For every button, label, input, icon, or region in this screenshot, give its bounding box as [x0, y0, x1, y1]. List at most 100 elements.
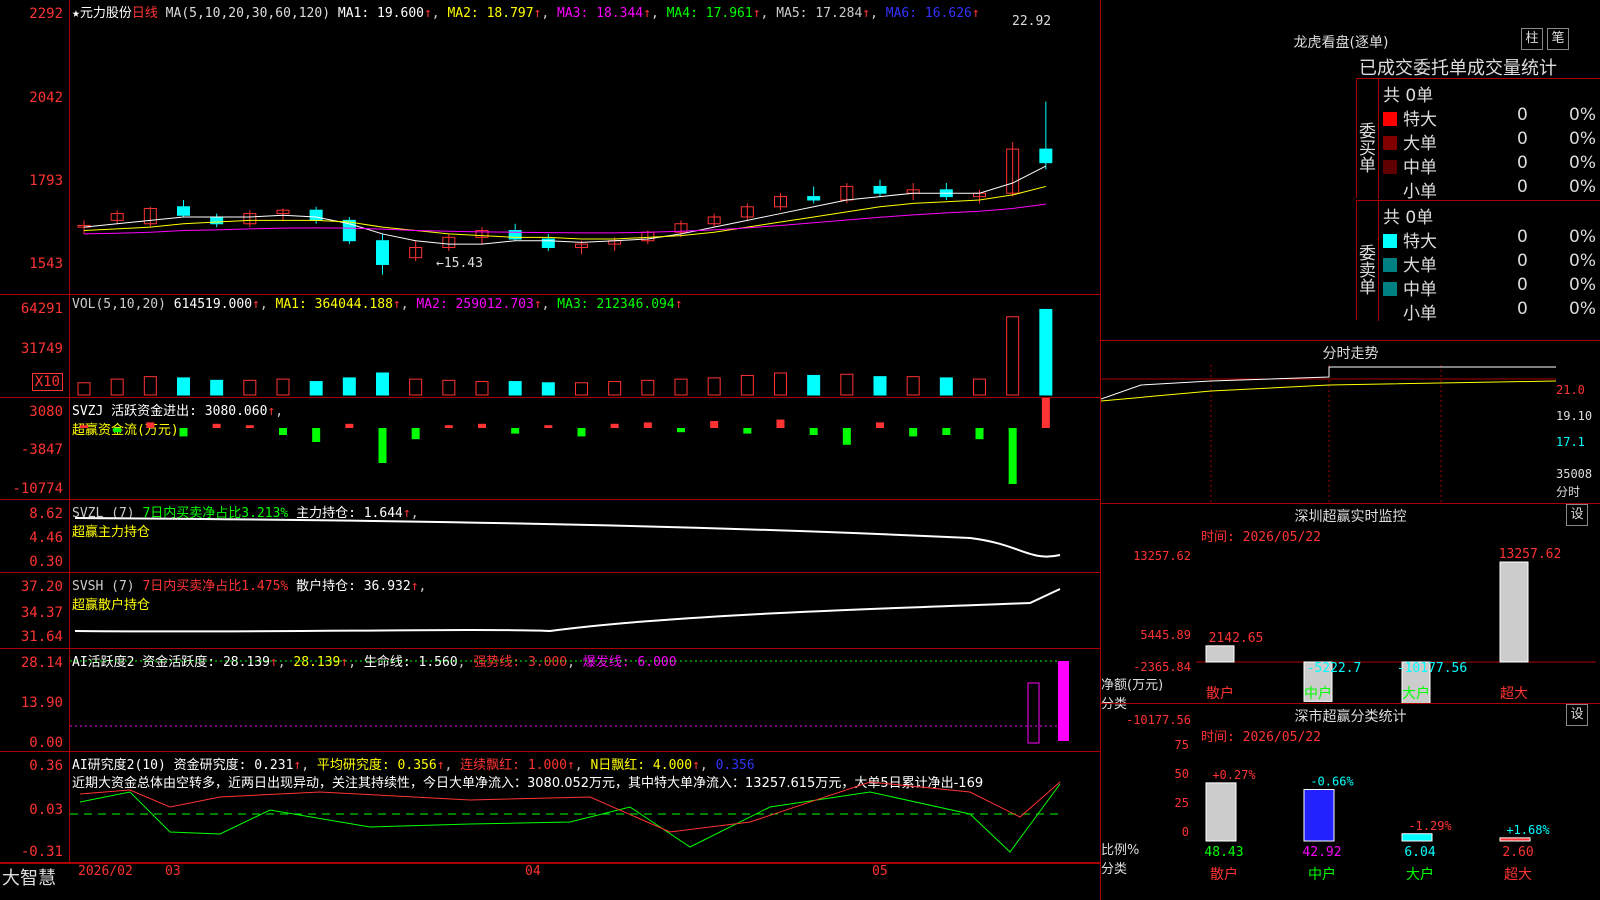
tick: 19.10 [1556, 409, 1593, 423]
bar-value: 13257.62 [1499, 547, 1562, 562]
color-swatch [1383, 306, 1397, 320]
volume-pane[interactable]: 64291 31749 X10 VOL(5,10,20) 614519.000↑… [0, 295, 1100, 398]
order-row: 中单 0 0% [1383, 153, 1600, 178]
flow-bar [975, 428, 984, 440]
volume-bar [475, 381, 489, 396]
tick-mode-button[interactable]: 笔 [1547, 28, 1569, 50]
volume-bar [840, 373, 854, 396]
tick: 0.30 [29, 554, 63, 570]
volume-bar [608, 381, 622, 396]
category-label: 中户 [1304, 685, 1332, 702]
volume-bar [575, 382, 588, 396]
category-label: 散户 [1206, 685, 1234, 702]
category-label: 大户 [1406, 866, 1434, 883]
flow-bar [610, 423, 619, 428]
section-label: 委买单 [1355, 79, 1379, 199]
intraday-chart[interactable] [1101, 365, 1556, 505]
svzl-pane[interactable]: 8.62 4.46 0.30 SVZL (7) 7日内买卖净占比3.213% 主… [0, 500, 1100, 573]
flow-bar [710, 421, 719, 428]
flow-bar [577, 428, 586, 437]
net-bar [1205, 645, 1235, 663]
svsh-axis: 37.20 34.37 31.64 [0, 573, 70, 648]
bar-value: -5222.7 [1307, 661, 1362, 676]
flow-bar [1041, 398, 1050, 428]
order-pct: 0% [1569, 227, 1596, 247]
bar-value: 42.92 [1302, 845, 1341, 860]
svsh-pane[interactable]: 37.20 34.37 31.64 SVSH (7) 7日内买卖净占比1.475… [0, 573, 1100, 649]
tick: 35008 [1556, 467, 1593, 481]
price-pane[interactable]: 2292 2042 1793 1543 ★元力股份日线 MA(5,10,20,3… [0, 0, 1100, 295]
order-pct: 0% [1569, 105, 1596, 125]
volume-bar [1039, 308, 1053, 396]
flow-bar [146, 422, 155, 428]
tick: 0 [1181, 825, 1189, 839]
volume-bar [541, 382, 555, 396]
order-section: 委买单共 0单 特大 0 0% 大单 0 0% 中单 0 0% 小单 0 0% [1355, 78, 1600, 202]
sz-bar-chart: 2142.65 散户 -5222.7 中户 -10177.56 大户 13257.62 超大 [1196, 547, 1596, 704]
volume-bar [376, 372, 389, 396]
ratio-bar [1205, 782, 1237, 842]
retail-holding-line [74, 588, 1061, 633]
panel-subtitle: 已成交委托单成交量统计 [1359, 58, 1557, 79]
volume-bar [110, 378, 124, 396]
dragon-tiger-panel: 龙虎看盘(逐单) 柱 笔 已成交委托单成交量统计 委买单共 0单 特大 0 0% 大单 0… [1100, 0, 1600, 340]
tick: 28.14 [20, 655, 63, 671]
color-swatch [1383, 112, 1397, 126]
volume-bar [740, 374, 754, 396]
volume-unit: X10 [31, 373, 63, 391]
flow-bar [279, 428, 287, 435]
candle [376, 240, 389, 265]
order-count: 0 [1517, 105, 1528, 125]
order-pct: 0% [1569, 177, 1596, 197]
tick: -0.31 [20, 844, 63, 860]
volume-bar [442, 379, 456, 396]
svzl-axis: 8.62 4.46 0.30 [0, 500, 70, 572]
bar-mode-button[interactable]: 柱 [1521, 28, 1543, 50]
order-count: 0 [1517, 299, 1528, 319]
candlestick-chart[interactable] [70, 0, 1075, 295]
intraday-panel[interactable]: 分时走势 21.0 19.10 17.1 35008 分时 [1100, 340, 1600, 505]
settings-button[interactable]: 设 [1566, 504, 1588, 526]
tick: -10774 [12, 481, 63, 497]
order-row: 小单 0 0% [1383, 177, 1600, 202]
ai-activity-pane[interactable]: 28.14 13.90 0.00 AI活跃度2 资金活跃度: 28.139↑, … [0, 649, 1100, 752]
volume-bar [243, 379, 257, 396]
x-axis: 大智慧 2026/02 03 04 05 [0, 863, 1100, 900]
order-total: 共 0单 [1383, 208, 1434, 228]
order-type: 中单 [1403, 280, 1437, 300]
volume-axis: 64291 31749 X10 [0, 295, 70, 397]
flow-bar [245, 425, 254, 428]
volume-bar [77, 382, 91, 396]
high-label: 22.92 [1012, 14, 1052, 29]
tick: 25 [1174, 796, 1189, 810]
tick: 31749 [20, 341, 63, 357]
ratio-bar [1401, 833, 1433, 842]
flow-bar [842, 428, 851, 445]
volume-bar [508, 381, 522, 396]
flow-bar [511, 428, 520, 434]
date-label: 03 [165, 864, 181, 879]
research-lines [70, 781, 1061, 853]
color-swatch [1383, 258, 1397, 272]
order-row: 特大 0 0% [1383, 227, 1600, 252]
color-swatch [1383, 136, 1397, 150]
order-count: 0 [1517, 251, 1528, 271]
fund-flow-bars [80, 398, 1050, 484]
tick: 13.90 [20, 695, 63, 711]
volume-bar [906, 376, 920, 396]
tick: 8.62 [29, 506, 63, 522]
volume-bar [641, 379, 655, 396]
ai-research-pane[interactable]: 0.36 0.03 -0.31 AI研究度2(10) 资金研究度: 0.231↑… [0, 752, 1100, 863]
order-type: 大单 [1403, 256, 1437, 276]
flow-bar [478, 423, 486, 428]
sz-monitor-panel: 深圳超赢实时监控 设 时间: 2026/05/22 净额(万元) 分类 13257… [1100, 503, 1600, 727]
settings-button[interactable]: 设 [1566, 704, 1588, 726]
svzj-pane[interactable]: 3080 -3847 -10774 SVZJ 活跃资金进出: 3080.060↑… [0, 398, 1100, 500]
tick: 1543 [29, 256, 63, 272]
candle [309, 209, 323, 221]
order-type: 大单 [1403, 134, 1437, 154]
volume-bar [210, 379, 224, 396]
tick: 0.36 [29, 758, 63, 774]
tick: 0.03 [29, 802, 63, 818]
order-pct: 0% [1569, 129, 1596, 149]
